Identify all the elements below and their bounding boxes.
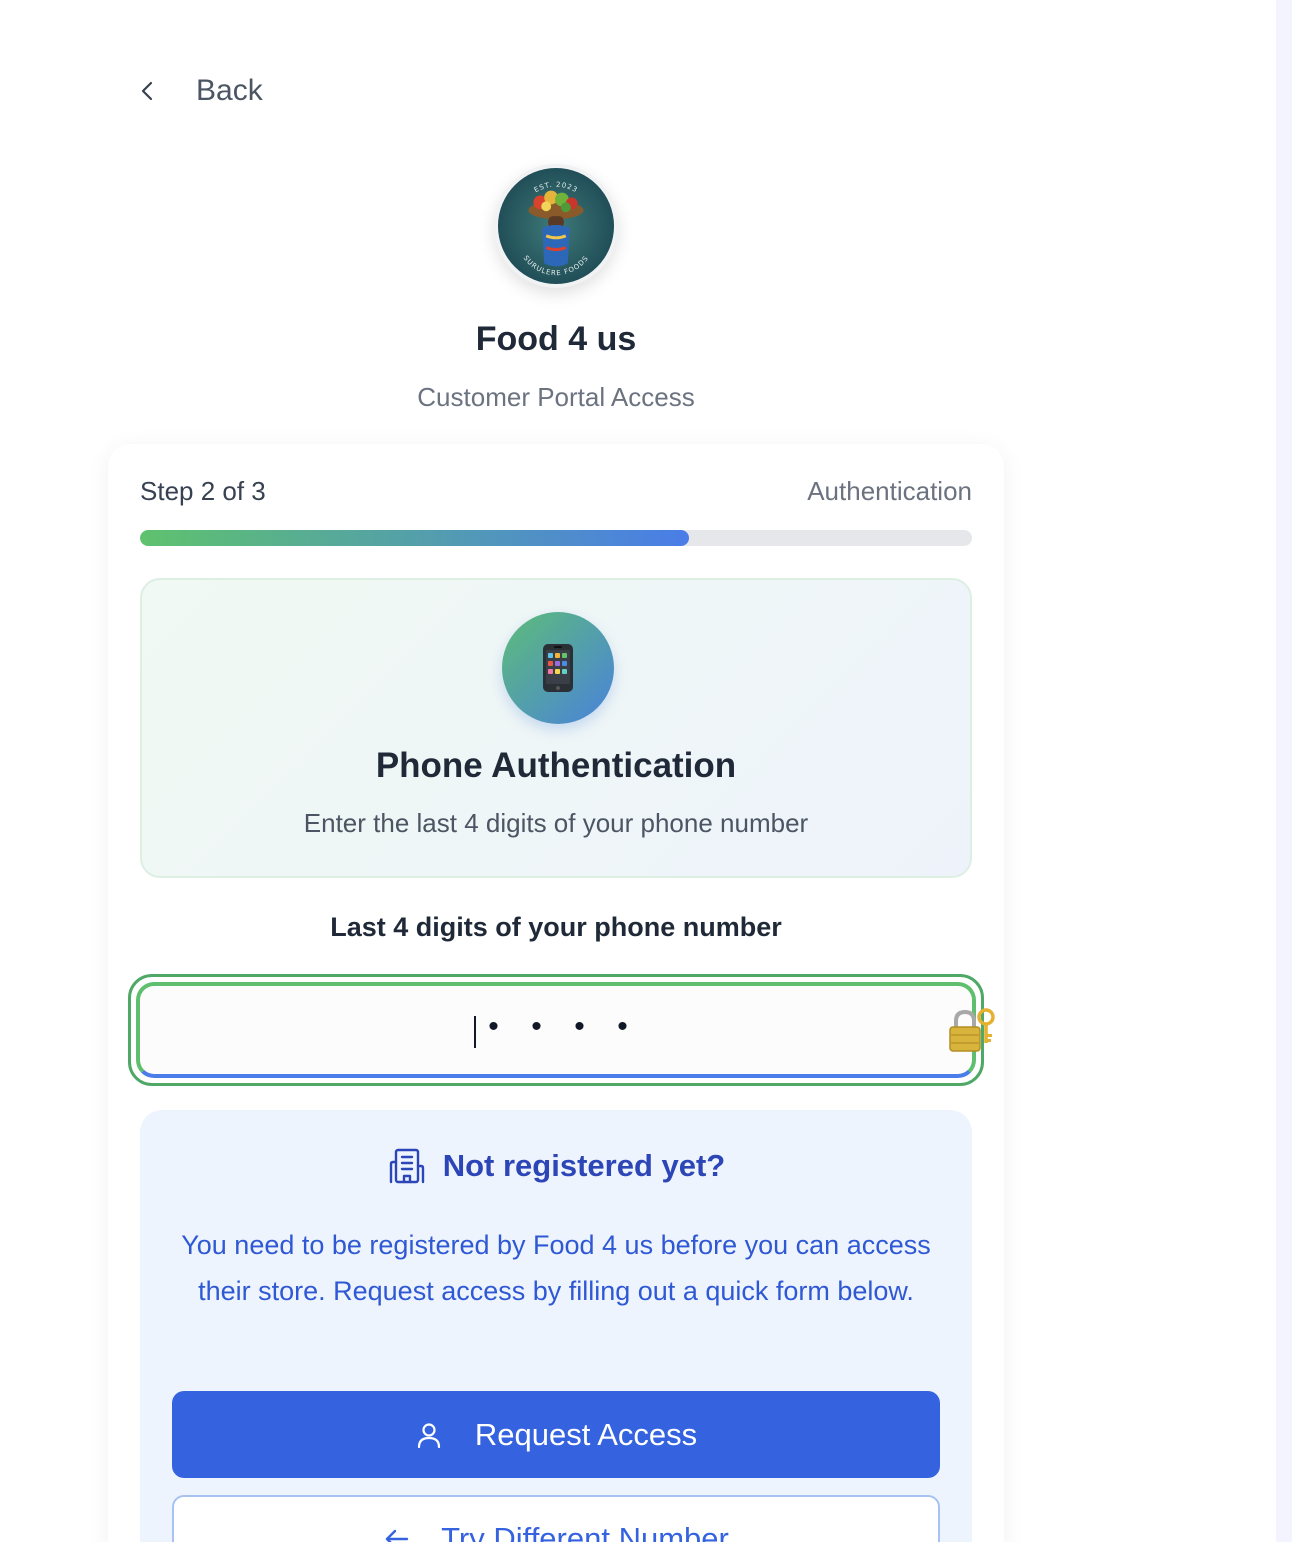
store-subtitle: Customer Portal Access [417,382,695,412]
try-different-number-button[interactable]: Try Different Number [172,1495,940,1542]
store-logo-image: EST. 2023 SURULERE FOODS [497,167,615,285]
arrow-left-icon [385,1529,409,1542]
scrollbar-track[interactable] [1276,0,1292,1542]
request-access-label: Request Access [474,1416,698,1452]
pin-dots: • • • • [472,1010,644,1044]
step-name: Authentication [807,476,972,506]
progress-bar-fill [140,530,690,546]
step-label: Step 2 of 3 [140,476,266,506]
user-icon [417,1422,440,1448]
auth-subtitle: Enter the last 4 digits of your phone nu… [303,808,809,838]
phone-icon-badge [502,612,614,724]
customer-portal-page: Back EST. 2023 SURULERE FOODS Food 4 us … [0,0,1292,1542]
store-logo: EST. 2023 SURULERE FOODS [494,164,618,288]
mobile-phone-icon [543,644,573,692]
registration-panel: Not registered yet? You need to be regis… [140,1110,972,1542]
lock-with-key-icon [949,1008,995,1052]
pin-dot: • [488,1010,499,1043]
store-name: Food 4 us [475,320,637,358]
pin-dot: • [531,1010,542,1043]
pin-field-label: Last 4 digits of your phone number [330,912,782,942]
chevron-left-icon [141,81,153,101]
auth-title: Phone Authentication [375,746,737,785]
registration-text: You need to be registered by Food 4 us b… [181,1230,931,1306]
pin-dot: • [574,1010,585,1043]
back-label: Back [196,74,263,107]
request-access-button[interactable]: Request Access [172,1391,940,1478]
registration-title: Not registered yet? [442,1148,726,1183]
progress-bar [140,530,972,546]
building-icon [389,1148,424,1184]
pin-dot: • [617,1010,628,1043]
back-button[interactable]: Back [136,70,263,112]
registration-header: Not registered yet? [140,1146,972,1186]
phone-auth-panel: Phone Authentication Enter the last 4 di… [140,578,972,878]
pin-input[interactable]: • • • • [136,982,976,1078]
step-indicator: Step 2 of 3 Authentication [140,476,972,507]
try-different-number-label: Try Different Number [441,1520,729,1542]
text-caret [474,1016,476,1048]
